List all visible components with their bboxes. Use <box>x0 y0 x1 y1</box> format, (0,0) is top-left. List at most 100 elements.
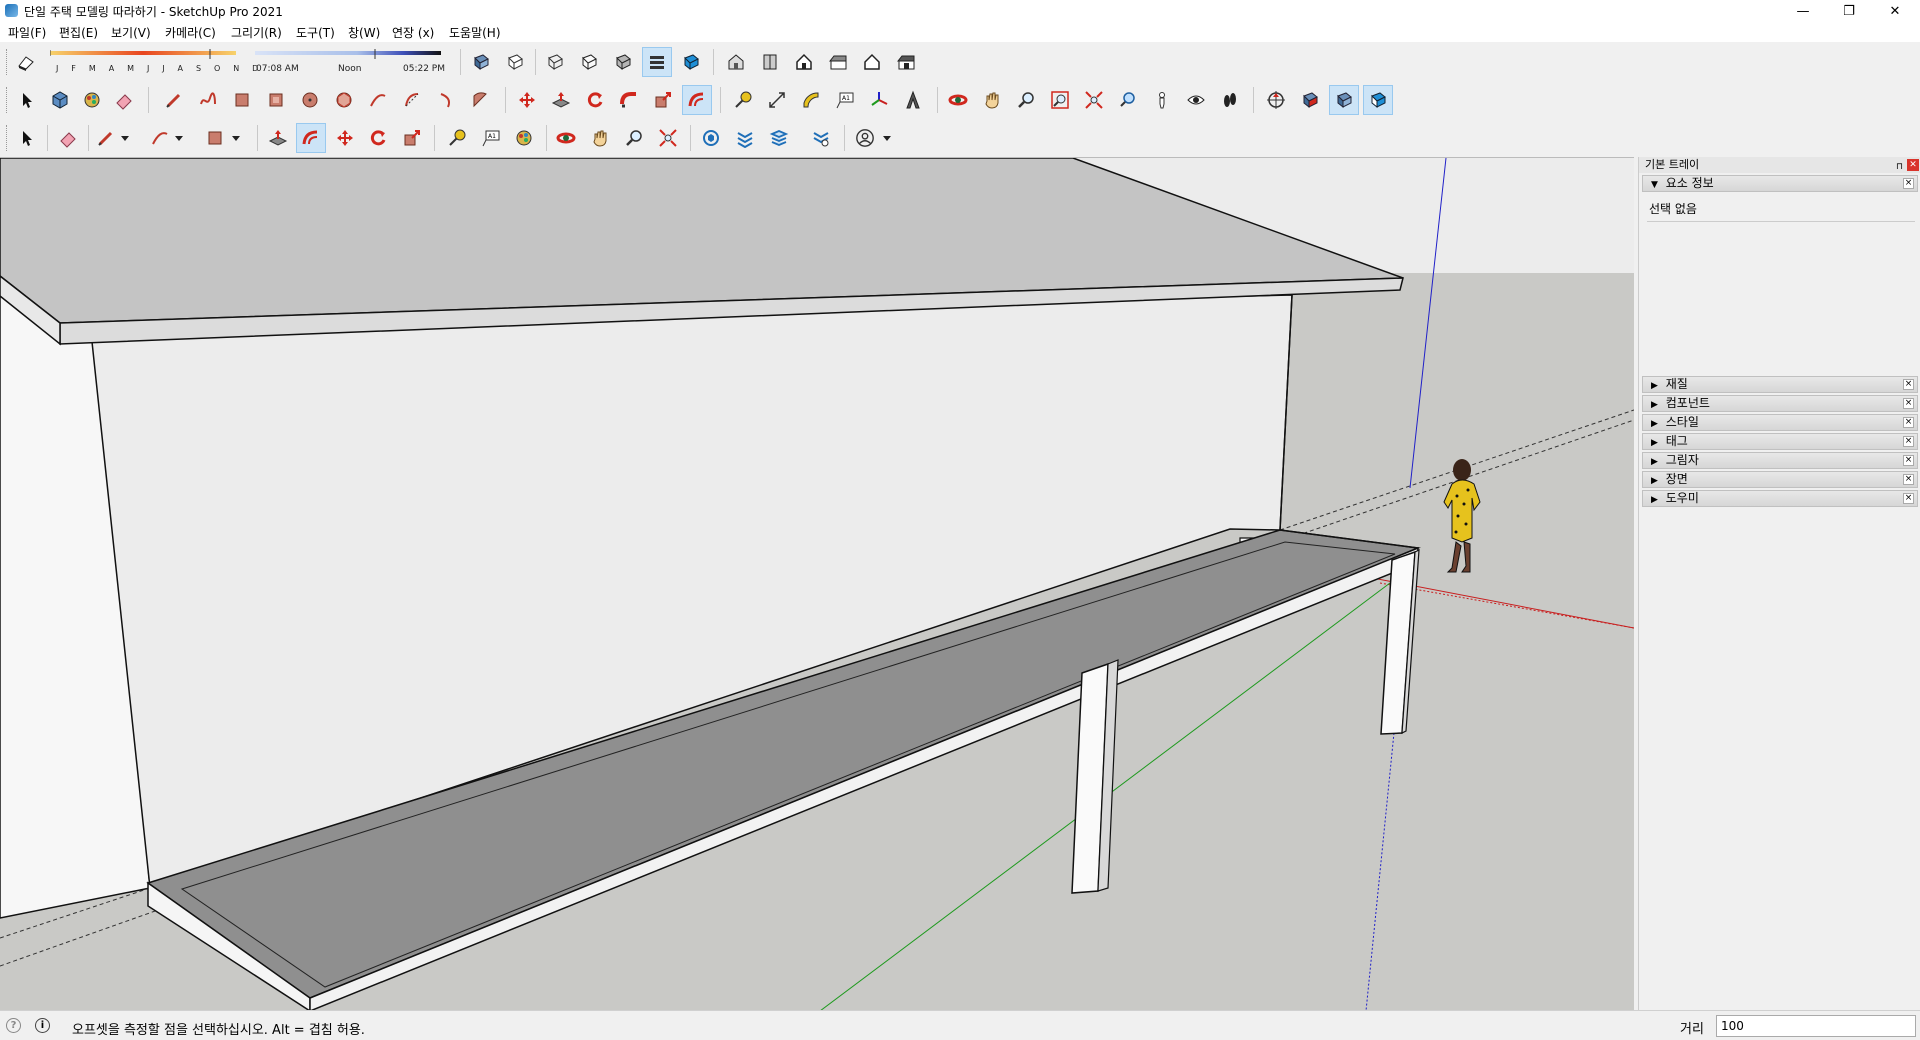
toolbar-grip[interactable] <box>6 87 9 113</box>
menu-edit[interactable]: 편집(E) <box>59 24 98 41</box>
panel-styles[interactable]: ▶ 스타일 × <box>1642 414 1918 431</box>
rotate-tool-icon[interactable] <box>581 86 609 114</box>
zoom-extents-tool-icon[interactable] <box>654 124 682 152</box>
shadow-date-slider[interactable]: J F M A M J J A S O N D <box>49 49 258 75</box>
tape-measure-tool-icon[interactable] <box>443 124 471 152</box>
scale-tool-icon[interactable] <box>398 124 426 152</box>
arc-tool-icon[interactable] <box>364 86 392 114</box>
zoom-tool-icon[interactable] <box>620 124 648 152</box>
menu-view[interactable]: 보기(V) <box>111 24 151 41</box>
panel-close-icon[interactable]: × <box>1903 178 1914 189</box>
hidden-line-style-icon[interactable] <box>575 48 603 76</box>
geolocation-icon[interactable]: ? <box>6 1018 21 1033</box>
iso-view-icon[interactable] <box>722 48 750 76</box>
move-tool-icon[interactable] <box>513 86 541 114</box>
rotate-tool-icon[interactable] <box>364 124 392 152</box>
push-pull-tool-icon[interactable] <box>547 86 575 114</box>
offset-tool-icon[interactable] <box>296 123 326 153</box>
position-camera-icon[interactable] <box>1148 86 1176 114</box>
pin-icon[interactable]: ⊓ <box>1896 159 1903 175</box>
menu-window[interactable]: 창(W) <box>348 24 380 41</box>
restore-button[interactable]: ❐ <box>1826 0 1872 22</box>
zoom-extents-tool-icon[interactable] <box>1080 86 1108 114</box>
panel-materials[interactable]: ▶ 재질 × <box>1642 376 1918 393</box>
display-section-planes-icon[interactable] <box>1296 86 1324 114</box>
shaded-style-icon[interactable] <box>609 48 637 76</box>
display-section-fill-icon[interactable] <box>1363 85 1393 115</box>
xray-style-icon[interactable] <box>467 48 495 76</box>
make-component-icon[interactable] <box>46 86 74 114</box>
menu-file[interactable]: 파일(F) <box>8 24 46 41</box>
drawing-viewport[interactable] <box>0 157 1634 1010</box>
extension-warehouse-icon[interactable] <box>731 124 759 152</box>
polygon-tool-icon[interactable] <box>330 86 358 114</box>
move-tool-icon[interactable] <box>331 124 359 152</box>
panel-tags[interactable]: ▶ 태그 × <box>1642 433 1918 450</box>
toolbar-grip[interactable] <box>6 125 9 151</box>
menu-extensions[interactable]: 연장 (x) <box>392 24 434 41</box>
rectangle-tool-icon[interactable] <box>228 86 256 114</box>
panel-instructor[interactable]: ▶ 도우미 × <box>1642 490 1918 507</box>
zoom-tool-icon[interactable] <box>1012 86 1040 114</box>
text-tool-icon[interactable]: A1 <box>477 124 505 152</box>
front-view-icon[interactable] <box>790 48 818 76</box>
pan-tool-icon[interactable] <box>978 86 1006 114</box>
panel-close-icon[interactable]: × <box>1903 417 1914 428</box>
rotated-rectangle-tool-icon[interactable] <box>262 86 290 114</box>
orbit-tool-icon[interactable] <box>552 124 580 152</box>
push-pull-tool-icon[interactable] <box>264 124 292 152</box>
account-icon[interactable] <box>851 124 879 152</box>
right-view-icon[interactable] <box>824 48 852 76</box>
eraser-tool-icon[interactable] <box>54 124 82 152</box>
shaded-textures-style-icon[interactable] <box>642 47 672 77</box>
wireframe-style-icon[interactable] <box>541 48 569 76</box>
close-button[interactable]: ✕ <box>1872 0 1918 22</box>
tape-measure-tool-icon[interactable] <box>729 86 757 114</box>
rectangle-tool-icon[interactable] <box>201 124 229 152</box>
pan-tool-icon[interactable] <box>586 124 614 152</box>
tray-close-button[interactable]: ✕ <box>1907 159 1919 171</box>
previous-view-icon[interactable] <box>1114 86 1142 114</box>
info-icon[interactable]: i <box>35 1018 50 1033</box>
walk-tool-icon[interactable] <box>1216 86 1244 114</box>
3d-text-tool-icon[interactable] <box>899 86 927 114</box>
menu-draw[interactable]: 그리기(R) <box>231 24 282 41</box>
pie-tool-icon[interactable] <box>466 86 494 114</box>
menu-camera[interactable]: 카메라(C) <box>165 24 216 41</box>
follow-me-tool-icon[interactable] <box>615 86 643 114</box>
three-point-arc-tool-icon[interactable] <box>432 86 460 114</box>
monochrome-style-icon[interactable] <box>677 48 705 76</box>
axes-tool-icon[interactable] <box>865 86 893 114</box>
look-around-icon[interactable] <box>1182 86 1210 114</box>
toolbar-grip[interactable] <box>6 49 9 75</box>
panel-close-icon[interactable]: × <box>1903 474 1914 485</box>
shadow-toggle-button[interactable] <box>12 48 40 76</box>
eraser-tool-icon[interactable] <box>110 86 138 114</box>
display-section-cuts-icon[interactable] <box>1329 85 1359 115</box>
panel-entity-info[interactable]: ▼ 요소 정보 × <box>1642 175 1918 192</box>
select-tool-icon[interactable] <box>13 86 41 114</box>
back-view-icon[interactable] <box>858 48 886 76</box>
panel-close-icon[interactable]: × <box>1903 455 1914 466</box>
chevron-down-icon[interactable] <box>172 124 186 152</box>
menu-help[interactable]: 도움말(H) <box>449 24 501 41</box>
panel-scenes[interactable]: ▶ 장면 × <box>1642 471 1918 488</box>
chevron-down-icon[interactable] <box>229 124 243 152</box>
line-tool-icon[interactable] <box>160 86 188 114</box>
shadow-time-slider[interactable]: 07:08 AM Noon 05:22 PM <box>255 49 445 75</box>
zoom-window-tool-icon[interactable] <box>1046 86 1074 114</box>
chevron-down-icon[interactable] <box>880 124 894 152</box>
chevron-down-icon[interactable] <box>118 124 132 152</box>
panel-close-icon[interactable]: × <box>1903 398 1914 409</box>
top-view-icon[interactable] <box>756 48 784 76</box>
select-tool-icon[interactable] <box>13 124 41 152</box>
panel-close-icon[interactable]: × <box>1903 493 1914 504</box>
minimize-button[interactable]: — <box>1780 0 1826 22</box>
3d-warehouse-icon[interactable] <box>697 124 725 152</box>
arc-tool-icon[interactable] <box>146 124 174 152</box>
section-plane-icon[interactable] <box>1262 86 1290 114</box>
left-view-icon[interactable] <box>892 48 920 76</box>
paint-bucket-icon[interactable] <box>510 124 538 152</box>
circle-tool-icon[interactable] <box>296 86 324 114</box>
two-point-arc-tool-icon[interactable] <box>398 86 426 114</box>
